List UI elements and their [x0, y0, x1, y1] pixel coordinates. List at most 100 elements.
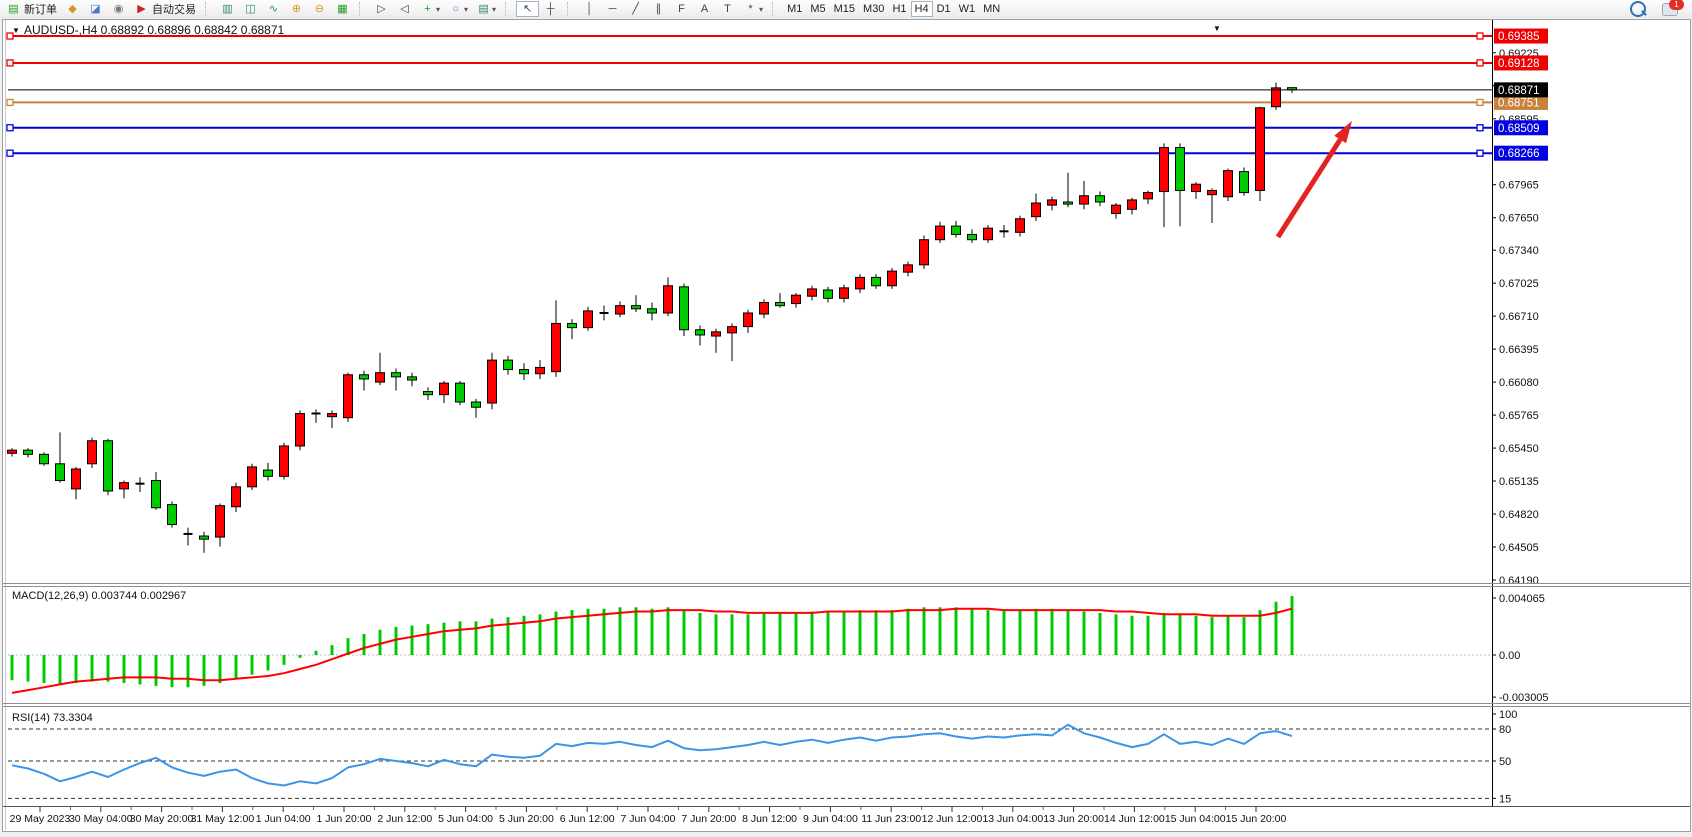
price-tick-label: 0.67650 — [1499, 213, 1539, 225]
chart-title: AUDUSD-,H4 0.68892 0.68896 0.68842 0.688… — [24, 23, 285, 37]
fibonacci-icon: F — [674, 2, 689, 16]
signal-button[interactable]: ◉ — [107, 1, 130, 17]
rsi-tick-label: 80 — [1499, 724, 1511, 736]
main-toolbar: ▤ 新订单 ◆ ◪ ◉ ▶ 自动交易 ▥ ◫ ∿ ⊕ ⊖ ▦ ▷ ◁ +▾ ○▾ — [0, 0, 1692, 19]
search-button[interactable] — [1626, 1, 1658, 17]
time-tick-label: 8 Jun 12:00 — [742, 813, 797, 825]
macd-tick-label: 0.004065 — [1499, 593, 1545, 605]
macd-label: MACD(12,26,9) 0.003744 0.002967 — [12, 590, 186, 602]
timeframe-button-m30[interactable]: M30 — [859, 1, 888, 17]
auto-trading-icon: ▶ — [134, 2, 149, 16]
auto-trading-button[interactable]: ▶ 自动交易 — [130, 1, 200, 17]
trendline-icon: ╱ — [628, 2, 643, 16]
line-chart-button[interactable]: ∿ — [262, 1, 285, 17]
time-tick-label: 30 May 20:00 — [130, 813, 194, 825]
time-tick-label: 5 Jun 20:00 — [499, 813, 554, 825]
time-tick-label: 31 May 12:00 — [191, 813, 255, 825]
arrows-icon: * — [743, 2, 758, 16]
price-tick-label: 0.66080 — [1499, 377, 1539, 389]
chart-shift-button[interactable]: ◁ — [393, 1, 416, 17]
timeframe-button-m5[interactable]: M5 — [806, 1, 829, 17]
text-label-button[interactable]: T — [716, 1, 739, 17]
indicators-button[interactable]: +▾ — [416, 1, 444, 17]
text-icon: A — [697, 2, 712, 16]
chart-collapse-icon: ▼ — [12, 26, 20, 35]
line-handle[interactable] — [7, 99, 13, 105]
toolbar-separator — [205, 2, 211, 16]
price-tick-label: 0.67025 — [1499, 278, 1539, 290]
line-handle[interactable] — [1477, 150, 1483, 156]
timeframe-button-h1[interactable]: H1 — [888, 1, 910, 17]
dropdown-icon: ▾ — [759, 5, 763, 14]
line-handle[interactable] — [1477, 33, 1483, 39]
zoom-out-button[interactable]: ⊖ — [308, 1, 331, 17]
rsi-tick-label: 15 — [1499, 793, 1511, 805]
arrows-button[interactable]: *▾ — [739, 1, 767, 17]
svg-text:0.69385: 0.69385 — [1498, 31, 1540, 43]
timeframe-button-d1[interactable]: D1 — [933, 1, 955, 17]
tile-windows-button[interactable]: ▦ — [331, 1, 354, 17]
time-tick-label: 6 Jun 12:00 — [560, 813, 615, 825]
text-button[interactable]: A — [693, 1, 716, 17]
time-tick-label: 13 Jun 20:00 — [1043, 813, 1104, 825]
new-order-button[interactable]: ▤ 新订单 — [2, 1, 61, 17]
templates-button[interactable]: ▤▾ — [472, 1, 500, 17]
line-handle[interactable] — [7, 150, 13, 156]
fibonacci-button[interactable]: F — [670, 1, 693, 17]
rsi-label: RSI(14) 73.3304 — [12, 712, 93, 724]
line-handle[interactable] — [1477, 125, 1483, 131]
new-order-icon: ▤ — [6, 2, 21, 16]
time-tick-label: 14 Jun 12:00 — [1104, 813, 1165, 825]
chart-shift-icon: ◁ — [397, 2, 412, 16]
timeframe-button-m1[interactable]: M1 — [783, 1, 806, 17]
horizontal-line-button[interactable]: ─ — [601, 1, 624, 17]
time-tick-label: 2 Jun 12:00 — [377, 813, 432, 825]
tile-windows-icon: ▦ — [335, 2, 350, 16]
dropdown-icon: ▾ — [436, 5, 440, 14]
timeframe-button-mn[interactable]: MN — [979, 1, 1004, 17]
line-chart-icon: ∿ — [266, 2, 281, 16]
crosshair-button[interactable]: ┼ — [539, 1, 562, 17]
search-icon — [1630, 1, 1646, 17]
price-tick-label: 0.64505 — [1499, 542, 1539, 554]
timeframe-button-w1[interactable]: W1 — [955, 1, 980, 17]
periods-clock-icon: ○ — [448, 2, 463, 16]
toolbar-separator — [505, 2, 511, 16]
time-tick-label: 5 Jun 04:00 — [438, 813, 493, 825]
crosshair-icon: ┼ — [543, 2, 558, 16]
dropdown-icon: ▾ — [492, 5, 496, 14]
timeframe-toolbar: M1M5M15M30H1H4D1W1MN — [781, 0, 1006, 18]
auto-scroll-icon: ▷ — [374, 2, 389, 16]
trendline-button[interactable]: ╱ — [624, 1, 647, 17]
price-tick-label: 0.65135 — [1499, 476, 1539, 488]
timeframe-button-m15[interactable]: M15 — [830, 1, 859, 17]
periods-button[interactable]: ○▾ — [444, 1, 472, 17]
line-handle[interactable] — [7, 125, 13, 131]
price-tick-label: 0.65765 — [1499, 410, 1539, 422]
svg-text:0.68871: 0.68871 — [1498, 85, 1540, 97]
time-tick-label: 11 Jun 23:00 — [861, 813, 921, 825]
line-handle[interactable] — [1477, 99, 1483, 105]
gold-box-button[interactable]: ◆ — [61, 1, 84, 17]
text-label-icon: T — [720, 2, 735, 16]
gold-box-icon: ◆ — [65, 2, 80, 16]
profile-button[interactable]: ◪ — [84, 1, 107, 17]
new-order-label: 新订单 — [24, 1, 57, 17]
equidistant-channel-icon: ∥ — [651, 2, 666, 16]
cursor-button[interactable]: ↖ — [516, 1, 539, 17]
timeframe-button-h4[interactable]: H4 — [911, 1, 933, 17]
line-handle[interactable] — [1477, 60, 1483, 66]
auto-scroll-button[interactable]: ▷ — [370, 1, 393, 17]
notifications-button[interactable]: 1 — [1658, 1, 1692, 17]
toolbar-separator — [567, 2, 573, 16]
candlestick-chart-button[interactable]: ◫ — [239, 1, 262, 17]
signal-icon: ◉ — [111, 2, 126, 16]
line-handle[interactable] — [7, 60, 13, 66]
equidistant-channel-button[interactable]: ∥ — [647, 1, 670, 17]
chart-area[interactable]: ▼▼AUDUSD-,H4 0.68892 0.68896 0.68842 0.6… — [0, 18, 1692, 837]
zoom-out-icon: ⊖ — [312, 2, 327, 16]
time-tick-label: 1 Jun 04:00 — [256, 813, 311, 825]
bar-chart-button[interactable]: ▥ — [216, 1, 239, 17]
zoom-in-button[interactable]: ⊕ — [285, 1, 308, 17]
vertical-line-button[interactable]: │ — [578, 1, 601, 17]
